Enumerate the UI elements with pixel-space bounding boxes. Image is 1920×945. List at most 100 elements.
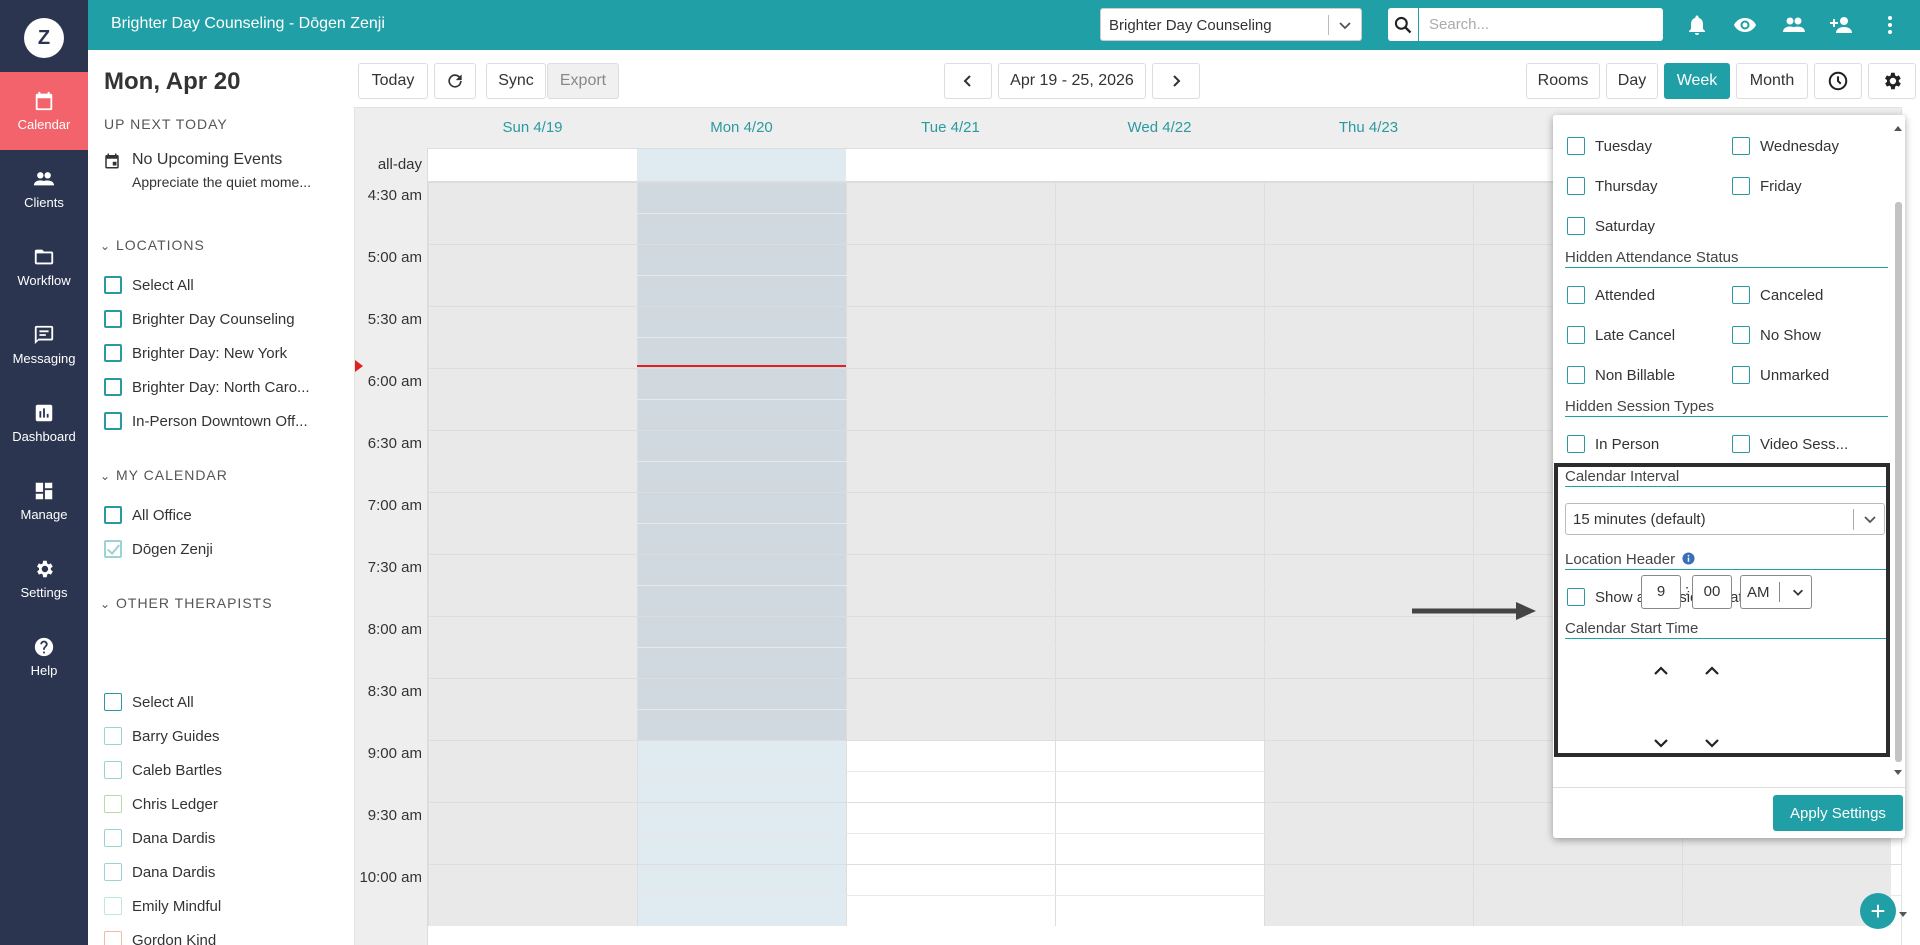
checkbox[interactable] [1567,286,1585,304]
my-calendar-toggle[interactable]: ⌄ MY CALENDAR [100,467,228,483]
my-calendar-item[interactable]: All Office [104,506,192,524]
therapist-item[interactable]: Emily Mindful [104,897,221,915]
chevron-left-icon [963,75,971,87]
location-select-all[interactable]: Select All [104,276,194,294]
day-filter-saturday[interactable]: Saturday [1567,217,1655,235]
history-button[interactable] [1814,63,1862,99]
checkbox[interactable] [104,693,122,711]
refresh-button[interactable] [434,63,476,99]
checkbox[interactable] [104,344,122,362]
more-menu-button[interactable] [1878,13,1902,37]
nav-help[interactable]: Help [0,618,88,696]
today-all-day-cell[interactable] [637,149,846,181]
location-item[interactable]: In-Person Downtown Off... [104,412,308,430]
team-button[interactable] [1782,13,1806,37]
checkbox[interactable] [104,897,122,915]
therapist-item[interactable]: Gordon Kind [104,931,216,945]
checkbox[interactable] [1732,177,1750,195]
session-filter-video[interactable]: Video Sess... [1732,435,1848,453]
therapist-item[interactable]: Dana Dardis [104,829,215,847]
checkbox[interactable] [1567,217,1585,235]
checkbox[interactable] [1567,366,1585,384]
attendance-filter-attended[interactable]: Attended [1567,286,1655,304]
view-as-button[interactable] [1733,13,1757,37]
week-view-button[interactable]: Week [1664,63,1730,99]
checkbox-checked[interactable] [104,540,122,558]
checkbox[interactable] [1732,286,1750,304]
location-item[interactable]: Brighter Day Counseling [104,310,295,328]
nav-clients[interactable]: Clients [0,150,88,228]
checkbox[interactable] [104,829,122,847]
therapist-item[interactable]: Barry Guides [104,727,220,745]
nav-messaging[interactable]: Messaging [0,306,88,384]
app-logo[interactable]: Z [24,18,64,58]
nav-workflow[interactable]: Workflow [0,228,88,306]
practice-select[interactable]: Brighter Day Counseling [1100,8,1362,41]
export-button[interactable]: Export [547,63,619,99]
day-view-button[interactable]: Day [1606,63,1658,99]
location-item[interactable]: Brighter Day: New York [104,344,287,362]
today-button[interactable]: Today [358,63,428,99]
attendance-filter-no-show[interactable]: No Show [1732,326,1821,344]
checkbox[interactable] [104,506,122,524]
checkbox[interactable] [1732,366,1750,384]
therapist-item[interactable]: Chris Ledger [104,795,218,813]
my-calendar-item[interactable]: Dōgen Zenji [104,540,213,558]
checkbox[interactable] [104,412,122,430]
panel-scroll-thumb[interactable] [1895,202,1902,762]
calendar-settings-button[interactable] [1868,63,1916,99]
rooms-view-button[interactable]: Rooms [1526,63,1600,99]
checkbox[interactable] [104,310,122,328]
attendance-filter-late-cancel[interactable]: Late Cancel [1567,326,1675,344]
nav-settings[interactable]: Settings [0,540,88,618]
attendance-filter-non-billable[interactable]: Non Billable [1567,366,1675,384]
checkbox[interactable] [1567,137,1585,155]
notifications-button[interactable] [1685,13,1709,37]
therapist-select-all[interactable]: Select All [104,693,194,711]
prev-week-button[interactable] [944,63,992,99]
attendance-filter-unmarked[interactable]: Unmarked [1732,366,1829,384]
sync-button[interactable]: Sync [486,63,546,99]
checkbox[interactable] [1567,435,1585,453]
checkbox[interactable] [104,931,122,945]
day-header[interactable]: Sun 4/19 [428,108,637,148]
therapist-item[interactable]: Dana Dardis [104,863,215,881]
checkbox[interactable] [104,795,122,813]
checkbox[interactable] [104,863,122,881]
day-filter-thursday[interactable]: Thursday [1567,177,1658,195]
day-filter-tuesday[interactable]: Tuesday [1567,137,1652,155]
day-filter-friday[interactable]: Friday [1732,177,1802,195]
checkbox[interactable] [1732,435,1750,453]
day-header[interactable]: Thu 4/23 [1264,108,1473,148]
location-item[interactable]: Brighter Day: North Caro... [104,378,310,396]
day-header[interactable]: Tue 4/21 [846,108,1055,148]
therapist-item[interactable]: Caleb Bartles [104,761,222,779]
checkbox[interactable] [1567,326,1585,344]
other-therapists-toggle[interactable]: ⌄ OTHER THERAPISTS [100,595,273,611]
scroll-down-icon[interactable] [1898,910,1908,920]
day-header[interactable]: Wed 4/22 [1055,108,1264,148]
nav-manage[interactable]: Manage [0,462,88,540]
checkbox[interactable] [104,727,122,745]
nav-calendar[interactable]: Calendar [0,72,88,150]
add-client-button[interactable] [1830,13,1854,37]
checkbox[interactable] [104,761,122,779]
checkbox[interactable] [1567,177,1585,195]
day-filter-wednesday[interactable]: Wednesday [1732,137,1839,155]
nav-dashboard[interactable]: Dashboard [0,384,88,462]
day-header[interactable]: Mon 4/20 [637,108,846,148]
attendance-filter-canceled[interactable]: Canceled [1732,286,1823,304]
checkbox[interactable] [1732,137,1750,155]
add-event-button[interactable]: + [1860,893,1896,929]
apply-settings-button[interactable]: Apply Settings [1773,795,1903,831]
month-view-button[interactable]: Month [1736,63,1808,99]
search-input[interactable] [1419,8,1663,41]
search-button[interactable] [1388,8,1418,41]
date-range[interactable]: Apr 19 - 25, 2026 [998,63,1146,99]
locations-toggle[interactable]: ⌄ LOCATIONS [100,237,205,253]
checkbox[interactable] [1732,326,1750,344]
checkbox[interactable] [104,276,122,294]
next-week-button[interactable] [1152,63,1200,99]
session-filter-in-person[interactable]: In Person [1567,435,1659,453]
checkbox[interactable] [104,378,122,396]
